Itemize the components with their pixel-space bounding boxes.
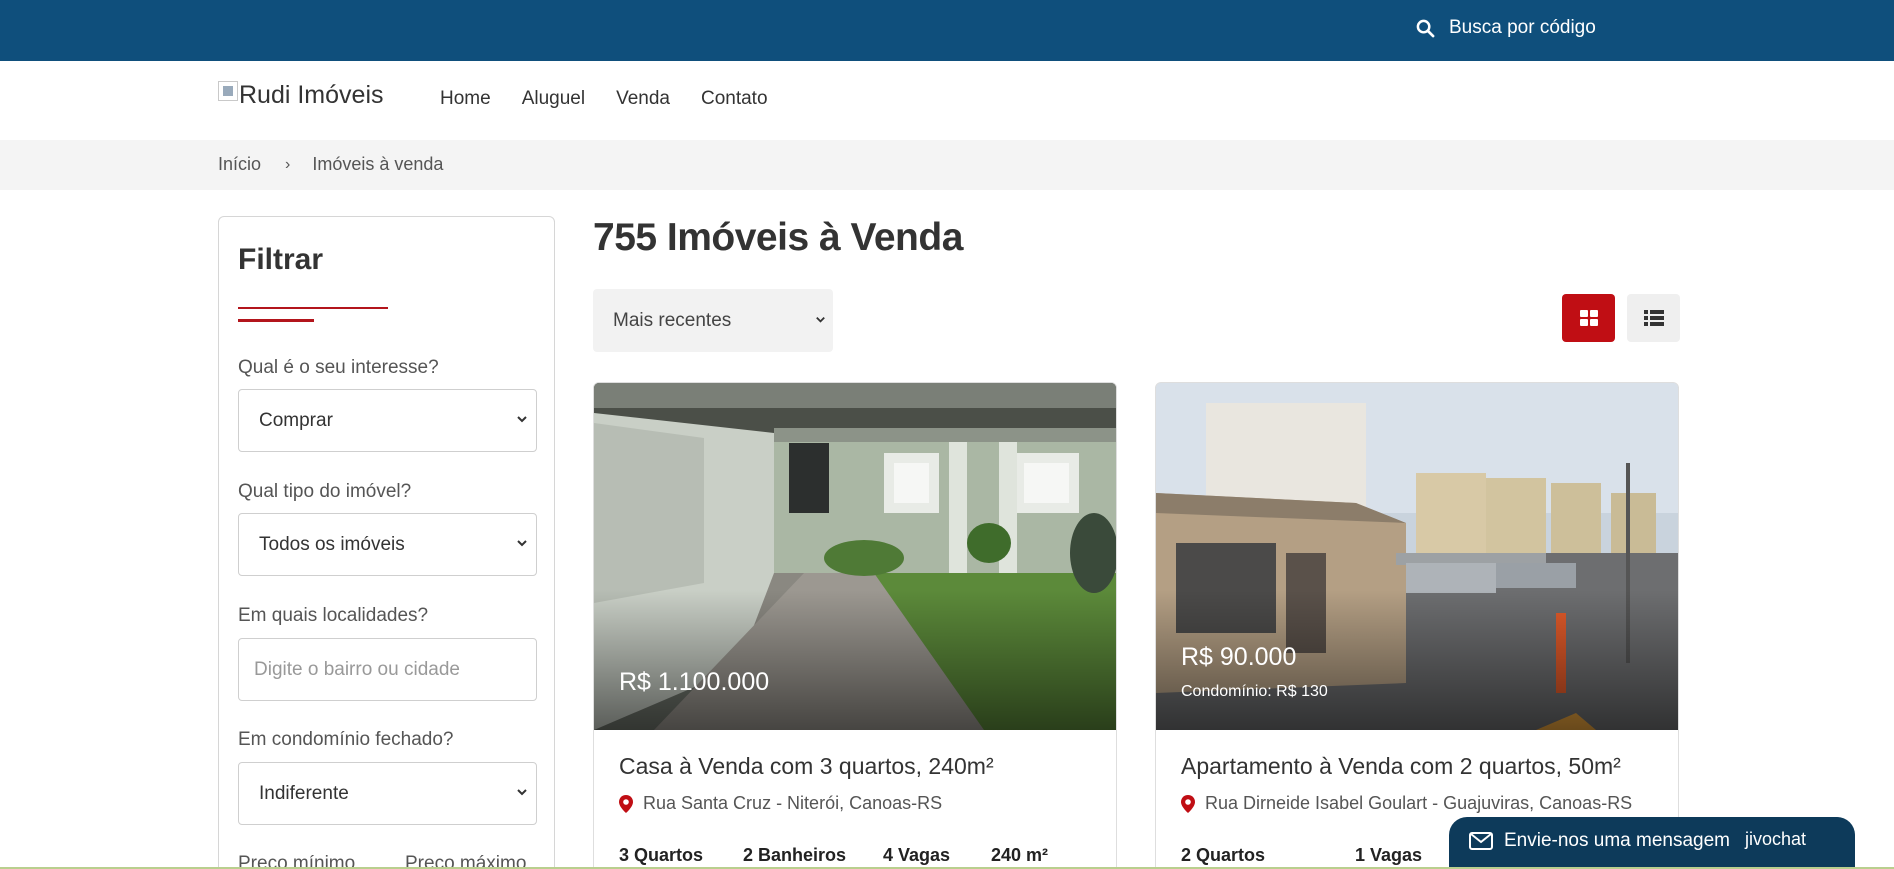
- feature-bedrooms: 2 Quartos: [1181, 845, 1266, 865]
- nav-aluguel[interactable]: Aluguel: [522, 88, 585, 110]
- filter-title: Filtrar: [238, 243, 324, 276]
- interest-select-value: Comprar: [259, 409, 333, 431]
- chat-label: Envie-nos uma mensagem: [1504, 830, 1730, 851]
- listing-address-text: Rua Dirneide Isabel Goulart - Guajuviras…: [1205, 793, 1633, 813]
- chevron-down-icon: [816, 316, 825, 323]
- feature-parking: 1 Vagas: [1355, 845, 1423, 865]
- chevron-down-icon: [517, 416, 527, 423]
- envelope-icon: [1469, 832, 1493, 850]
- listing-title[interactable]: Apartamento à Venda com 2 quartos, 50m²: [1181, 753, 1621, 780]
- listing-card[interactable]: R$ 90.000 Condomínio: R$ 130 Apartamento…: [1155, 382, 1679, 869]
- chevron-down-icon: [517, 540, 527, 547]
- location-label: Em quais localidades?: [238, 605, 429, 626]
- listing-address-text: Rua Santa Cruz - Niterói, Canoas-RS: [643, 793, 943, 813]
- feature-area: 240 m²: [991, 845, 1049, 865]
- logo[interactable]: Rudi Imóveis: [218, 81, 384, 110]
- search-by-code-button[interactable]: Busca por código: [1416, 17, 1596, 39]
- filter-panel: Filtrar Qual é o seu interesse? Comprar …: [218, 216, 555, 869]
- interest-label: Qual é o seu interesse?: [238, 357, 439, 378]
- feature-bathrooms: 2 Banheiros: [743, 845, 847, 865]
- map-pin-icon: [619, 794, 633, 813]
- listing-photo[interactable]: R$ 90.000 Condomínio: R$ 130: [1156, 383, 1678, 730]
- feature-bedrooms: 3 Quartos: [619, 845, 704, 865]
- grid-icon: [1579, 310, 1598, 326]
- chat-widget[interactable]: Envie-nos uma mensagem jivochat: [1449, 817, 1855, 869]
- location-input[interactable]: [238, 638, 537, 701]
- property-type-label: Qual tipo do imóvel?: [238, 481, 412, 502]
- sort-select[interactable]: Mais recentes: [593, 289, 833, 352]
- breadcrumb-bar: Início › Imóveis à venda: [0, 140, 1894, 190]
- breadcrumb-home[interactable]: Início: [218, 154, 261, 175]
- photo-overlay: [594, 590, 1116, 730]
- nav-contato[interactable]: Contato: [701, 88, 768, 110]
- listing-address: Rua Santa Cruz - Niterói, Canoas-RS: [619, 793, 942, 814]
- interest-select[interactable]: Comprar: [238, 389, 537, 452]
- listing-price: R$ 90.000: [1181, 643, 1297, 671]
- breadcrumb-current: Imóveis à venda: [312, 154, 444, 174]
- main-nav: Home Aluguel Venda Contato: [440, 88, 768, 110]
- map-pin-icon: [1181, 794, 1195, 813]
- chat-brand: jivochat: [1745, 829, 1807, 849]
- list-icon: [1643, 310, 1664, 326]
- search-icon: [1416, 19, 1435, 37]
- listing-photo[interactable]: R$ 1.100.000: [594, 383, 1116, 730]
- listing-address: Rua Dirneide Isabel Goulart - Guajuviras…: [1181, 793, 1632, 814]
- condo-fee: Condomínio: R$ 130: [1181, 683, 1328, 700]
- sort-select-value: Mais recentes: [613, 309, 732, 331]
- list-view-button[interactable]: [1627, 294, 1680, 342]
- listing-card[interactable]: R$ 1.100.000 Casa à Venda com 3 quartos,…: [593, 382, 1117, 869]
- chevron-down-icon: [517, 789, 527, 796]
- title-divider-accent: [238, 319, 314, 322]
- site-header: Rudi Imóveis Home Aluguel Venda Contato: [0, 61, 1894, 140]
- breadcrumb: Início › Imóveis à venda: [218, 154, 443, 175]
- property-type-select[interactable]: Todos os imóveis: [238, 513, 537, 576]
- results-title: 755 Imóveis à Venda: [593, 216, 963, 259]
- nav-home[interactable]: Home: [440, 88, 491, 110]
- condo-select[interactable]: Indiferente: [238, 762, 537, 825]
- broken-image-icon: [218, 81, 238, 101]
- breadcrumb-separator: ›: [285, 155, 291, 173]
- search-by-code-label: Busca por código: [1449, 17, 1596, 38]
- property-type-select-value: Todos os imóveis: [259, 533, 405, 555]
- grid-view-button[interactable]: [1562, 294, 1615, 342]
- condo-select-value: Indiferente: [259, 782, 349, 804]
- nav-venda[interactable]: Venda: [616, 88, 670, 110]
- listing-title[interactable]: Casa à Venda com 3 quartos, 240m²: [619, 753, 994, 780]
- condo-label: Em condomínio fechado?: [238, 729, 454, 750]
- title-divider: [238, 307, 388, 309]
- listing-price: R$ 1.100.000: [619, 668, 770, 696]
- chat-widget-tab[interactable]: [1823, 817, 1855, 869]
- top-bar: Busca por código: [0, 0, 1894, 61]
- logo-alt-text: Rudi Imóveis: [239, 81, 384, 109]
- chat-open-button[interactable]: Envie-nos uma mensagem: [1469, 830, 1730, 852]
- feature-parking: 4 Vagas: [883, 845, 951, 865]
